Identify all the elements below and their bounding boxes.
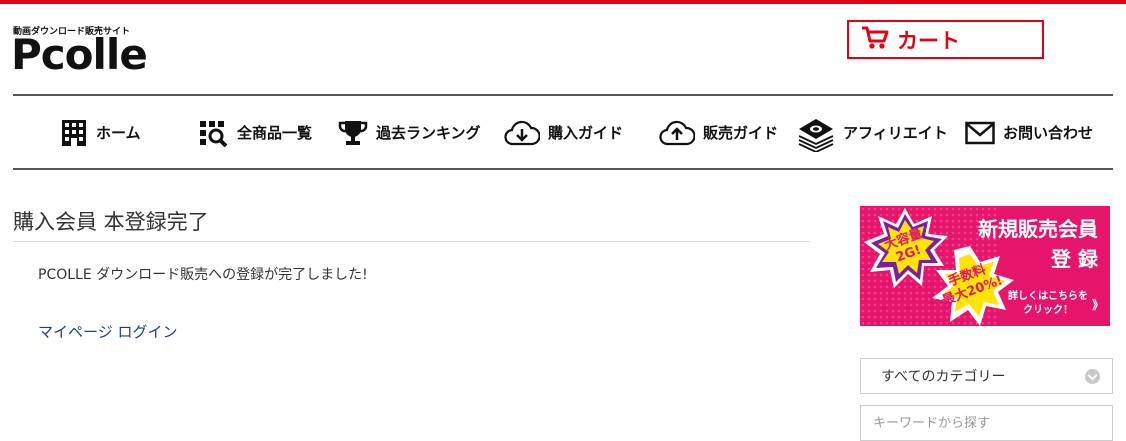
envelope-icon xyxy=(965,121,995,145)
top-accent-bar xyxy=(0,0,1126,4)
nav-item-ranking[interactable]: 過去ランキング xyxy=(338,97,481,168)
grid-search-icon xyxy=(199,119,229,147)
nav-item-label: 過去ランキング xyxy=(376,124,481,142)
banner-cta: 詳しくはこちらを クリック！ xyxy=(1008,290,1088,318)
completion-message: PCOLLE ダウンロード販売への登録が完了しました! xyxy=(38,267,368,283)
nav-item-label: 購入ガイド xyxy=(548,124,624,142)
nav-item-label: ホーム xyxy=(96,124,141,142)
trophy-icon xyxy=(338,119,368,147)
nav-item-contact[interactable]: お問い合わせ xyxy=(965,97,1093,168)
mypage-login-link[interactable]: マイページ ログイン xyxy=(38,321,177,342)
cloud-upload-icon xyxy=(659,120,695,146)
site-logo[interactable]: Pcolle xyxy=(11,32,148,78)
nav-item-sales-guide[interactable]: 販売ガイド xyxy=(659,97,778,168)
nav-item-home[interactable]: ホーム xyxy=(60,97,141,168)
chevron-down-icon xyxy=(1085,369,1100,384)
cart-button[interactable]: カート xyxy=(847,20,1044,59)
category-select[interactable]: すべてのカテゴリー xyxy=(860,358,1113,394)
banner-cta-line2: クリック！ xyxy=(1023,305,1073,316)
cart-icon xyxy=(861,25,889,55)
nav-item-label: お問い合わせ xyxy=(1003,124,1094,142)
nav-item-label: アフィリエイト xyxy=(843,124,948,142)
keyword-search-input[interactable] xyxy=(860,405,1113,441)
title-divider xyxy=(13,241,810,242)
category-select-value: すべてのカテゴリー xyxy=(881,369,1006,385)
banner-arrow-icon: 》 xyxy=(1091,298,1104,312)
money-stack-icon xyxy=(797,114,835,152)
cloud-download-icon xyxy=(504,120,540,146)
banner-headline-line2: 登 録 xyxy=(1051,247,1098,271)
main-nav: ホーム 全商品一覧 過去ランキング 購入ガイド 販売ガイド アフィリエイト お問… xyxy=(13,97,1113,168)
cart-label: カート xyxy=(897,28,960,53)
nav-top-divider xyxy=(13,94,1113,96)
nav-item-all-products[interactable]: 全商品一覧 xyxy=(199,97,312,168)
page-title: 購入会員 本登録完了 xyxy=(13,210,209,234)
seller-signup-banner[interactable]: 大容量 2G! 手数料 最大20%! 新規販売会員 登 録 詳しくはこちらを ク… xyxy=(860,206,1110,326)
building-icon xyxy=(60,119,88,147)
banner-cta-line1: 詳しくはこちらを xyxy=(1008,291,1088,302)
banner-headline-line1: 新規販売会員 xyxy=(978,217,1098,241)
nav-item-label: 販売ガイド xyxy=(703,124,779,142)
nav-item-purchase-guide[interactable]: 購入ガイド xyxy=(504,97,623,168)
banner-headline: 新規販売会員 登 録 xyxy=(978,214,1098,274)
nav-item-label: 全商品一覧 xyxy=(237,124,313,142)
nav-bottom-divider xyxy=(13,168,1113,170)
nav-item-affiliate[interactable]: アフィリエイト xyxy=(797,97,948,168)
